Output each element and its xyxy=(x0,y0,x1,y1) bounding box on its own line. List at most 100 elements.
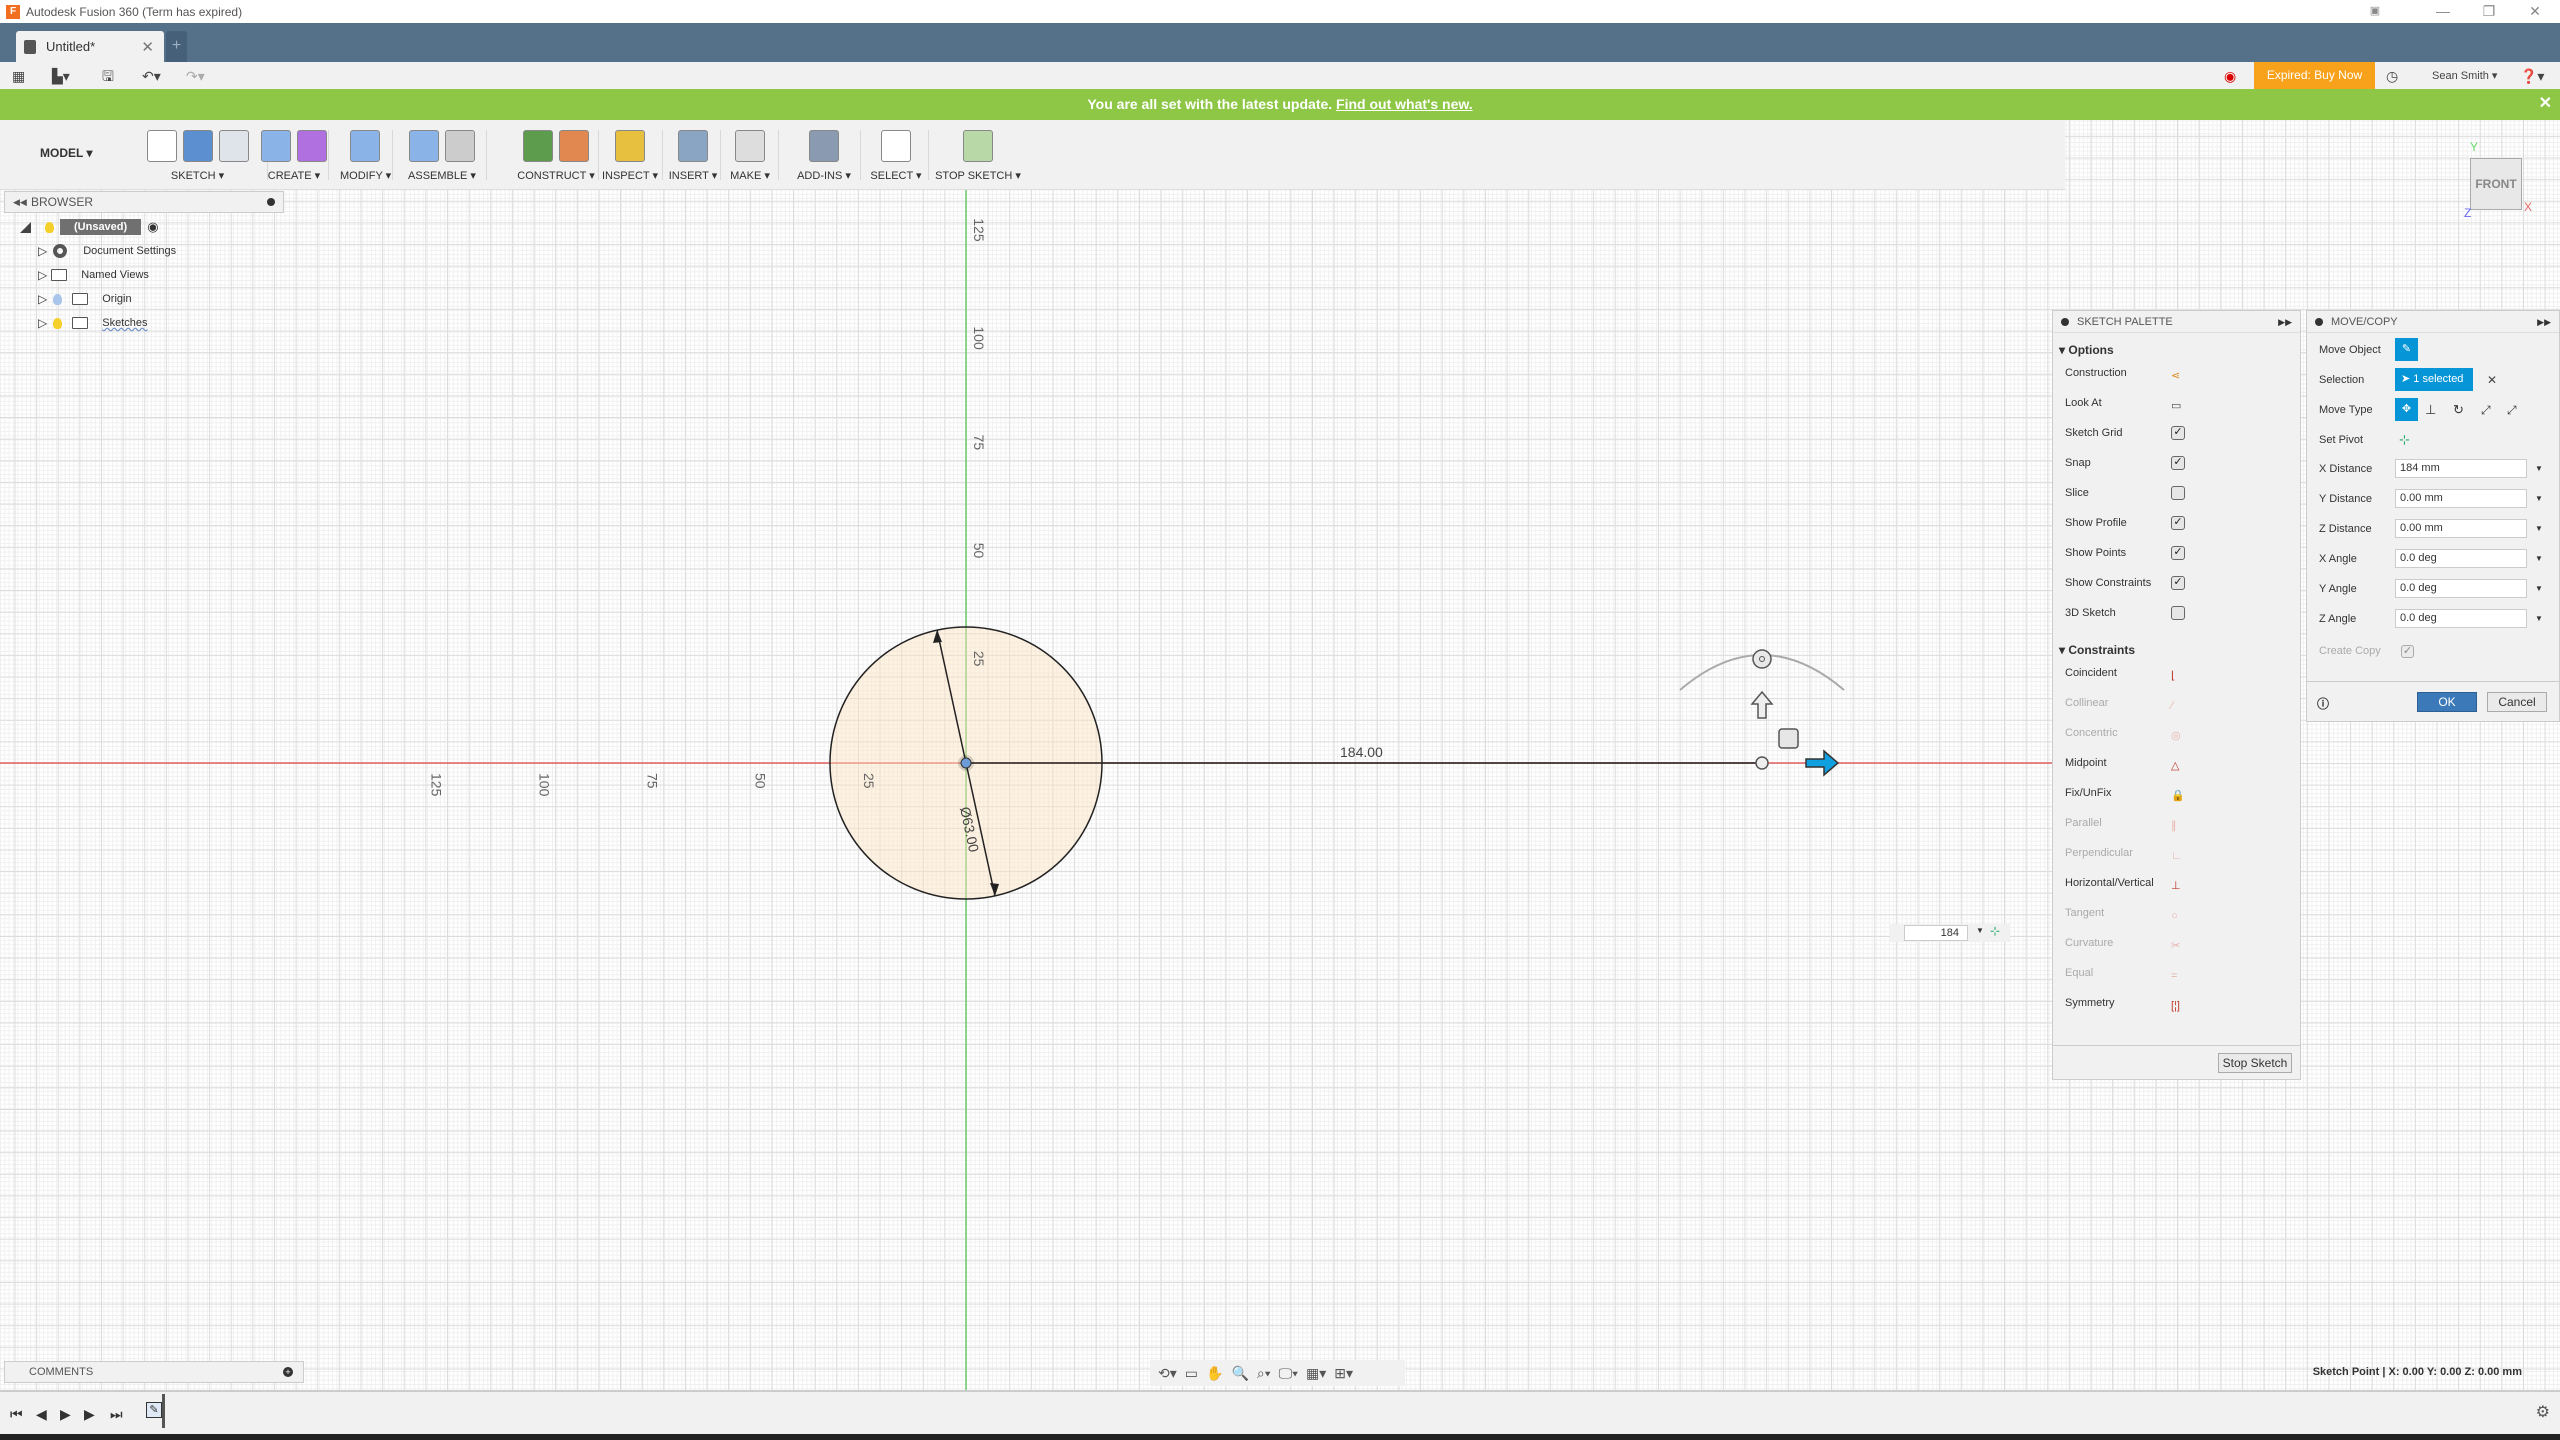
visibility-bulb-icon[interactable] xyxy=(53,317,63,329)
new-tab-button[interactable]: + xyxy=(166,31,187,62)
3d-sketch-checkbox[interactable] xyxy=(2171,606,2185,620)
help-icon[interactable]: ❓▾ xyxy=(2520,66,2544,86)
stop-sketch-button[interactable]: Stop Sketch xyxy=(2218,1053,2292,1073)
expand-palette-icon[interactable]: ▶▶ xyxy=(2278,311,2292,333)
constraint-curvature[interactable]: Curvature ✂ xyxy=(2053,933,2302,953)
options-section-header[interactable]: ▾ Options xyxy=(2059,343,2114,357)
x-distance-input[interactable]: 184 mm xyxy=(2395,459,2527,478)
zoom-icon[interactable]: 🔍 xyxy=(1231,1365,1248,1382)
field-dropdown-icon[interactable]: ▼ xyxy=(2535,459,2543,479)
toolbar-group-label[interactable]: SELECT ▾ xyxy=(866,169,926,182)
perpendicular-constraint-icon[interactable]: ∟ xyxy=(2171,846,2185,862)
distance-input[interactable]: 184 xyxy=(1904,925,1968,941)
workspace-switcher[interactable]: MODEL ▾ xyxy=(40,146,92,160)
clear-selection-icon[interactable]: ✕ xyxy=(2487,370,2497,390)
collinear-constraint-icon[interactable]: ⁄ xyxy=(2171,696,2185,712)
symmetry-constraint-icon[interactable]: [¦] xyxy=(2171,996,2185,1012)
ok-button[interactable]: OK xyxy=(2417,692,2477,712)
cancel-button[interactable]: Cancel xyxy=(2487,692,2547,712)
expand-triangle-icon[interactable]: ▷ xyxy=(38,268,47,282)
view-cube[interactable]: FRONT xyxy=(2470,158,2522,210)
add-comment-icon[interactable]: + xyxy=(283,1367,293,1377)
constraint-coincident[interactable]: Coincident ⌊ xyxy=(2053,663,2302,683)
tangent-constraint-icon[interactable]: ○ xyxy=(2171,906,2185,922)
point-to-position-icon[interactable]: ⤢ xyxy=(2507,400,2517,420)
undo-icon[interactable]: ↶▾ xyxy=(142,66,161,86)
go-to-end-icon[interactable]: ⏭ xyxy=(110,1406,123,1423)
toolbar-group-inspect[interactable]: INSPECT ▾ xyxy=(600,120,660,190)
toolbar-group-make[interactable]: MAKE ▾ xyxy=(724,120,776,190)
coincident-constraint-icon[interactable]: ⌊ xyxy=(2171,666,2185,682)
collapse-browser-icon[interactable]: ◀◀ xyxy=(13,192,27,212)
constraint-perpendicular[interactable]: Perpendicular ∟ xyxy=(2053,843,2302,863)
palette-pin-icon[interactable] xyxy=(2061,318,2069,326)
constraint-horizontal-vertical[interactable]: Horizontal/Vertical ⊥ xyxy=(2053,873,2302,893)
toolbar-group-label[interactable]: CREATE ▾ xyxy=(262,169,326,182)
make-tool-icon-1[interactable] xyxy=(735,130,765,162)
assemble-tool-icon-2[interactable] xyxy=(445,130,475,162)
curvature-constraint-icon[interactable]: ✂ xyxy=(2171,936,2185,952)
close-window-button[interactable]: ✕ xyxy=(2512,0,2558,23)
field-dropdown-icon[interactable]: ▼ xyxy=(2535,549,2543,569)
z-angle-input[interactable]: 0.0 deg xyxy=(2395,609,2527,628)
user-menu[interactable]: Sean Smith ▾ xyxy=(2432,66,2497,86)
expand-dialog-icon[interactable]: ▶▶ xyxy=(2537,311,2551,333)
toolbar-group-label[interactable]: MODIFY ▾ xyxy=(340,169,391,182)
browser-root-node[interactable]: (Unsaved) ◉ xyxy=(20,216,159,238)
toolbar-group-label[interactable]: CONSTRUCT ▾ xyxy=(516,169,596,182)
construction-icon[interactable]: ⋖ xyxy=(2171,366,2185,382)
midpoint-constraint-icon[interactable]: △ xyxy=(2171,756,2185,772)
grid-settings-icon[interactable]: ▦▾ xyxy=(1306,1365,1326,1382)
inspect-tool-icon-1[interactable] xyxy=(615,130,645,162)
browser-item-named-views[interactable]: ▷ Named Views xyxy=(38,264,149,286)
whats-new-link[interactable]: Find out what's new. xyxy=(1336,96,1473,112)
constraint-symmetry[interactable]: Symmetry [¦] xyxy=(2053,993,2302,1013)
viewports-icon[interactable]: ⊞▾ xyxy=(1334,1365,1353,1382)
pivot-icon[interactable]: ⊹ xyxy=(1990,924,2000,938)
document-tab[interactable]: Untitled* ✕ xyxy=(16,31,164,62)
constraint-fix-unfix[interactable]: Fix/UnFix 🔒 xyxy=(2053,783,2302,803)
toolbar-group-create[interactable]: CREATE ▾ xyxy=(261,120,327,190)
timeline-settings-gear-icon[interactable]: ⚙ xyxy=(2536,1402,2550,1422)
toolbar-group-label[interactable]: SKETCH ▾ xyxy=(130,169,265,182)
translate-icon[interactable]: ⊥ xyxy=(2425,400,2436,420)
show-constraints-checkbox[interactable]: ✓ xyxy=(2171,576,2185,590)
look-at-icon[interactable]: ▭ xyxy=(2171,396,2185,412)
constraint-concentric[interactable]: Concentric ◎ xyxy=(2053,723,2302,743)
fit-icon[interactable]: ⌕▾ xyxy=(1257,1365,1271,1382)
expand-triangle-icon[interactable]: ▷ xyxy=(38,244,47,258)
job-status-clock-icon[interactable]: ◷ xyxy=(2386,66,2398,86)
constraints-section-header[interactable]: ▾ Constraints xyxy=(2059,643,2135,657)
toolbar-group-sketch[interactable]: SKETCH ▾ xyxy=(130,120,265,190)
parallel-constraint-icon[interactable]: ∥ xyxy=(2171,816,2185,832)
create-tool-icon-2[interactable] xyxy=(297,130,327,162)
show-profile-checkbox[interactable]: ✓ xyxy=(2171,516,2185,530)
expand-triangle-icon[interactable]: ▷ xyxy=(38,292,47,306)
assemble-tool-icon-1[interactable] xyxy=(409,130,439,162)
toolbar-group-insert[interactable]: INSERT ▾ xyxy=(668,120,718,190)
step-forward-icon[interactable]: ▶ xyxy=(84,1406,95,1423)
constraint-midpoint[interactable]: Midpoint △ xyxy=(2053,753,2302,773)
field-dropdown-icon[interactable]: ▼ xyxy=(2535,519,2543,539)
orbit-icon[interactable]: ⟲▾ xyxy=(1158,1365,1177,1382)
y-angle-input[interactable]: 0.0 deg xyxy=(2395,579,2527,598)
toolbar-group-select[interactable]: SELECT ▾ xyxy=(866,120,926,190)
activate-radio-icon[interactable]: ◉ xyxy=(147,219,158,235)
timeline-marker[interactable] xyxy=(162,1394,165,1428)
record-icon[interactable]: ◉ xyxy=(2224,66,2236,86)
timeline-sketch-feature[interactable]: ✎ xyxy=(146,1402,162,1418)
sketch-tool-icon-2[interactable] xyxy=(182,130,213,162)
constraint-parallel[interactable]: Parallel ∥ xyxy=(2053,813,2302,833)
sketch-tool-icon-1[interactable] xyxy=(146,130,177,162)
toolbar-group-stop-sketch[interactable]: STOP SKETCH ▾ xyxy=(930,120,1026,190)
go-to-start-icon[interactable]: ⏮ xyxy=(10,1406,23,1423)
concentric-constraint-icon[interactable]: ◎ xyxy=(2171,726,2185,742)
free-move-icon[interactable]: ✥ xyxy=(2395,398,2418,421)
create-copy-checkbox[interactable]: ✓ xyxy=(2401,645,2414,658)
browser-pin-icon[interactable] xyxy=(267,198,275,206)
constraint-equal[interactable]: Equal = xyxy=(2053,963,2302,983)
close-tab-icon[interactable]: ✕ xyxy=(141,38,154,56)
close-banner-icon[interactable]: ✕ xyxy=(2539,89,2552,119)
slice-checkbox[interactable] xyxy=(2171,486,2185,500)
toolbar-group-assemble[interactable]: ASSEMBLE ▾ xyxy=(400,120,484,190)
